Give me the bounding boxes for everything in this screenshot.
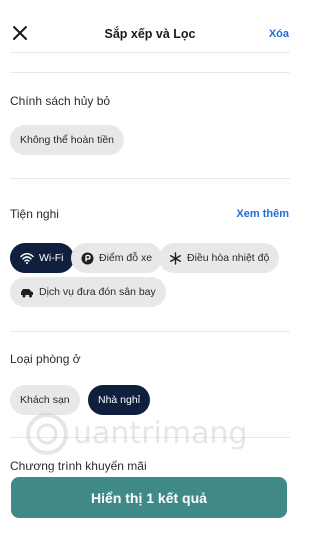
chip-hotel[interactable]: Khách sạn bbox=[10, 385, 80, 415]
chip-air-conditioning[interactable]: Điều hòa nhiệt độ bbox=[159, 243, 280, 273]
chip-wifi[interactable]: Wi-Fi bbox=[10, 243, 74, 273]
page-title: Sắp xếp và Lọc bbox=[104, 27, 196, 41]
divider bbox=[10, 437, 290, 438]
clear-button[interactable]: Xóa bbox=[269, 28, 289, 40]
amenities-section-title: Tiện nghi bbox=[10, 207, 59, 221]
chip-label: Wi-Fi bbox=[39, 252, 64, 264]
snowflake-icon bbox=[169, 251, 182, 265]
chip-label: Điều hòa nhiệt độ bbox=[187, 252, 270, 264]
see-more-link[interactable]: Xem thêm bbox=[236, 208, 289, 220]
watermark-logo-icon bbox=[26, 413, 68, 455]
divider bbox=[10, 178, 290, 179]
watermark-text: uantrimang bbox=[73, 416, 248, 451]
divider bbox=[10, 72, 290, 73]
header-bar: Sắp xếp và Lọc Xóa bbox=[0, 0, 300, 52]
divider bbox=[10, 331, 290, 332]
chip-parking[interactable]: Điểm đỗ xe bbox=[71, 243, 163, 273]
chip-airport-shuttle[interactable]: Dịch vụ đưa đón sân bay bbox=[10, 277, 166, 307]
room-type-section-title: Loại phòng ở bbox=[10, 352, 81, 366]
wifi-icon bbox=[20, 252, 34, 264]
divider bbox=[10, 52, 290, 53]
chip-non-refundable[interactable]: Không thể hoàn tiền bbox=[10, 125, 124, 155]
chip-label: Không thể hoàn tiền bbox=[20, 134, 114, 146]
show-results-button[interactable]: Hiển thị 1 kết quả bbox=[11, 477, 287, 518]
chip-label: Nhà nghỉ bbox=[98, 394, 141, 406]
chip-label: Khách sạn bbox=[20, 394, 70, 406]
cancellation-section-title: Chính sách hủy bỏ bbox=[10, 94, 111, 108]
shuttle-car-icon bbox=[20, 287, 34, 298]
chip-label: Dịch vụ đưa đón sân bay bbox=[39, 286, 156, 298]
chip-label: Điểm đỗ xe bbox=[99, 252, 153, 264]
parking-icon bbox=[81, 252, 94, 265]
chip-guesthouse[interactable]: Nhà nghỉ bbox=[88, 385, 151, 415]
